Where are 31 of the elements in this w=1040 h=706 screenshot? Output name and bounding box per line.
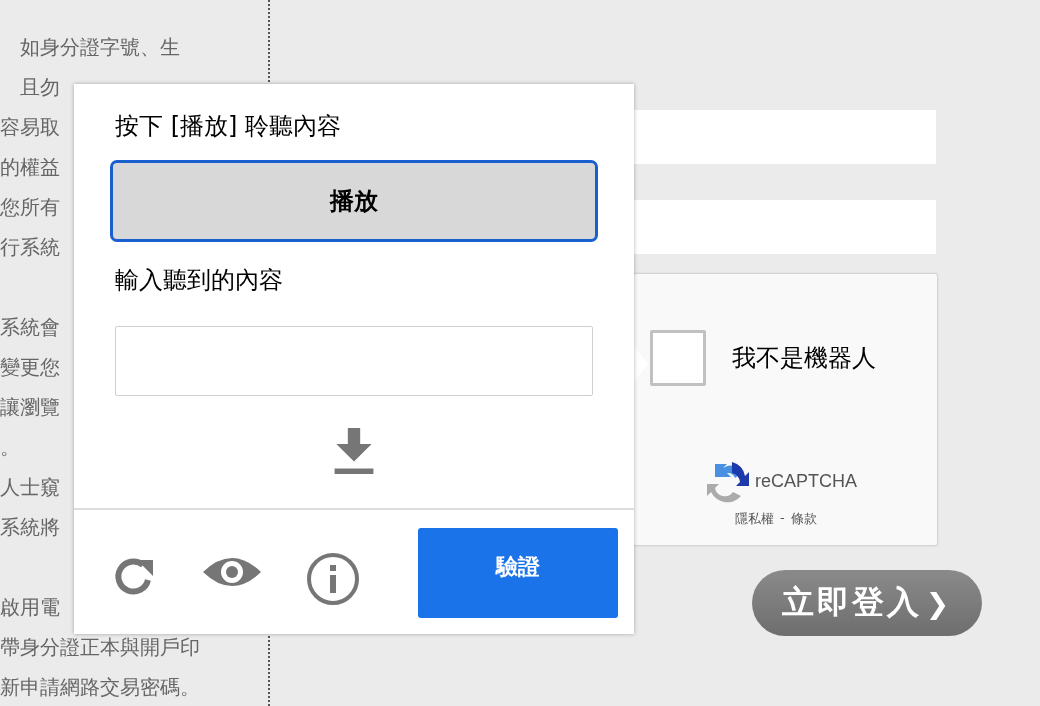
- input-field[interactable]: [632, 110, 936, 164]
- notice-text: 讓瀏覽: [0, 394, 60, 421]
- notice-text: 變更您: [0, 354, 60, 381]
- notice-text: 啟用電: [0, 594, 60, 621]
- notice-text: 您所有: [0, 194, 60, 221]
- notice-text: 系統會: [0, 314, 60, 341]
- info-icon[interactable]: [306, 552, 360, 607]
- notice-text: 人士窺: [0, 474, 60, 501]
- input-label: 輸入聽到的內容: [115, 265, 283, 297]
- answer-field[interactable]: [115, 326, 593, 397]
- privacy-link[interactable]: 隱私權: [735, 510, 774, 528]
- input-field[interactable]: [632, 200, 936, 254]
- instruction-text: 按下 [播放] 聆聽內容: [115, 111, 341, 142]
- notice-text: 容易取: [0, 114, 60, 141]
- verify-button[interactable]: 驗證: [418, 528, 618, 619]
- checkbox[interactable]: [650, 330, 706, 386]
- play-button[interactable]: 播放: [110, 160, 598, 243]
- terms-link[interactable]: 條款: [790, 510, 817, 528]
- checkbox-label: 我不是機器人: [732, 343, 876, 374]
- brand-text: reCAPTCHA: [755, 470, 857, 492]
- notice-text: 的權益: [0, 154, 60, 181]
- notice-text: 。: [0, 434, 20, 461]
- download-icon[interactable]: [332, 428, 376, 475]
- notice-text: 如身分證字號、生: [20, 34, 180, 61]
- notice-text: 帶身分證正本與開戶印: [0, 634, 200, 661]
- notice-text: 系統將: [0, 514, 60, 541]
- separator-text: -: [780, 510, 785, 527]
- notice-text: 新申請網路交易密碼。: [0, 674, 200, 701]
- notice-text: 且勿: [20, 74, 60, 101]
- notice-text: 行系統: [0, 234, 60, 261]
- login-button[interactable]: 立即登入❯: [752, 570, 982, 636]
